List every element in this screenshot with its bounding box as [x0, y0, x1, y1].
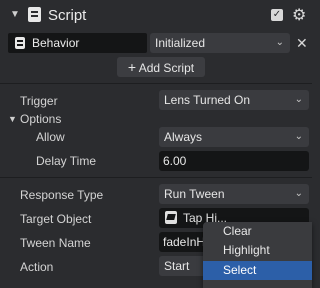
- chevron-down-icon: ⌄: [294, 131, 303, 142]
- target-object-label: Target Object: [20, 212, 92, 226]
- add-script-label: Add Script: [138, 61, 195, 75]
- script-icon: [15, 37, 25, 49]
- response-type-value: Run Tween: [164, 187, 225, 201]
- behavior-name-field[interactable]: Behavior: [8, 33, 147, 53]
- behavior-name: Behavior: [32, 36, 80, 50]
- options-chevron-icon[interactable]: ▼: [8, 114, 17, 124]
- script-icon: [28, 7, 41, 22]
- response-type-dropdown[interactable]: Run Tween ⌄: [159, 184, 309, 204]
- trigger-dropdown[interactable]: Lens Turned On ⌄: [159, 90, 309, 110]
- tween-name-label: Tween Name: [20, 236, 91, 250]
- allow-label: Allow: [36, 130, 65, 144]
- behavior-state-value: Initialized: [155, 36, 206, 50]
- collapse-chevron-icon[interactable]: ▼: [10, 9, 20, 20]
- behavior-state-dropdown[interactable]: Initialized ⌄: [150, 33, 290, 53]
- close-icon[interactable]: ✕: [296, 35, 308, 52]
- behavior-row: Behavior Initialized ⌄ ✕: [0, 33, 312, 55]
- trigger-value: Lens Turned On: [164, 93, 251, 107]
- chevron-down-icon: ⌄: [275, 37, 284, 48]
- action-label: Action: [20, 260, 54, 274]
- image-object-icon: [165, 211, 177, 224]
- menu-item-clear[interactable]: Clear: [203, 222, 312, 241]
- chevron-down-icon: ⌄: [294, 188, 303, 199]
- gear-icon[interactable]: ⚙: [292, 5, 306, 25]
- page-title: Script: [48, 7, 87, 24]
- menu-item-highlight[interactable]: Highlight: [203, 241, 312, 260]
- options-label[interactable]: Options: [20, 112, 61, 126]
- divider: [0, 83, 312, 84]
- context-menu: Clear Highlight Select: [203, 222, 312, 288]
- enabled-checkbox[interactable]: ✓: [271, 9, 283, 21]
- response-type-label: Response Type: [20, 188, 104, 202]
- allow-dropdown[interactable]: Always ⌄: [159, 127, 309, 147]
- chevron-down-icon: ⌄: [294, 94, 303, 105]
- menu-item-select[interactable]: Select: [203, 261, 312, 280]
- delay-time-input[interactable]: 6.00: [159, 151, 309, 171]
- plus-icon: +: [127, 59, 137, 75]
- trigger-label: Trigger: [20, 94, 58, 108]
- delay-time-label: Delay Time: [36, 154, 97, 168]
- action-value: Start: [164, 259, 190, 273]
- script-header: ▼ Script ✓ ⚙: [0, 0, 312, 30]
- divider: [0, 177, 312, 178]
- allow-value: Always: [164, 130, 203, 144]
- add-script-button[interactable]: + Add Script: [117, 57, 205, 77]
